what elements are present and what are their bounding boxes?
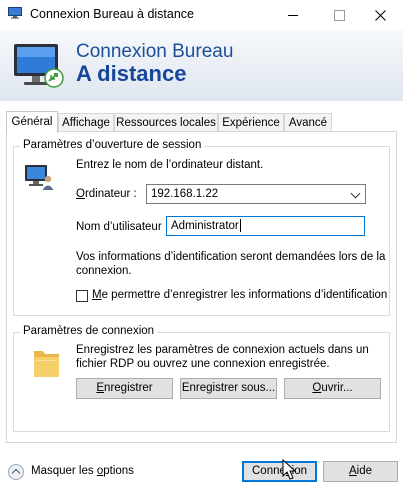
remember-credentials-label[interactable]: Me permettre d’enregistrer les informati…	[92, 289, 387, 301]
minimize-icon	[288, 14, 298, 16]
tab-advanced-label: Avancé	[288, 117, 328, 129]
connection-desc-line2: fichier RDP ou ouvrez une connexion enre…	[76, 358, 330, 370]
hide-options-label[interactable]: Masquer les options	[31, 465, 134, 477]
maximize-icon	[333, 9, 345, 21]
text-caret	[239, 219, 241, 233]
computer-label: Ordinateur :	[76, 188, 137, 200]
minimize-button[interactable]	[270, 0, 316, 30]
remember-credentials-checkbox[interactable]	[76, 290, 88, 302]
computer-user-icon	[25, 165, 54, 190]
computer-combobox[interactable]: 192.168.1.22	[146, 184, 366, 204]
credentials-info-line2: connexion.	[76, 265, 132, 277]
username-value: Administrator	[171, 220, 239, 232]
folder-icon	[34, 351, 59, 377]
logon-settings-title: Paramètres d’ouverture de session	[20, 139, 205, 151]
help-button[interactable]: Aide	[323, 461, 398, 482]
connect-button[interactable]: Connexion	[242, 461, 317, 482]
remote-desktop-app-icon	[8, 7, 22, 19]
close-icon	[374, 9, 386, 21]
tab-display-label: Affichage	[62, 117, 110, 129]
tab-general-label: Général	[11, 116, 53, 128]
credentials-info-line1: Vos informations d’identification seront…	[76, 251, 386, 263]
connection-settings-title: Paramètres de connexion	[20, 325, 158, 337]
save-as-button[interactable]: Enregistrer sous...	[180, 378, 277, 399]
tab-local-resources-label: Ressources locales	[116, 117, 216, 129]
tab-local-resources[interactable]: Ressources locales	[114, 113, 218, 132]
tab-general[interactable]: Général	[6, 111, 58, 133]
logon-instruction: Entrez le nom de l’ordinateur distant.	[76, 159, 264, 171]
chevron-up-icon	[11, 468, 21, 478]
chevron-down-icon[interactable]	[350, 188, 361, 199]
tab-advanced[interactable]: Avancé	[284, 113, 332, 132]
username-label: Nom d’utilisateur :	[76, 221, 169, 233]
connection-settings-group: Paramètres de connexion Enregistrez les …	[13, 325, 390, 432]
maximize-button[interactable]	[316, 0, 362, 30]
hide-options-toggle[interactable]	[8, 464, 24, 480]
header-banner: Connexion Bureau A distance	[0, 30, 403, 101]
computer-value: 192.168.1.22	[151, 188, 219, 200]
tab-experience-label: Expérience	[222, 117, 280, 129]
username-field[interactable]: Administrator	[166, 216, 365, 236]
connection-desc-line1: Enregistrez les paramètres de connexion …	[76, 344, 369, 356]
title-bar: Connexion Bureau à distance	[0, 0, 403, 30]
general-tab-panel: Paramètres d’ouverture de session Entrez…	[6, 131, 397, 443]
logon-settings-group: Paramètres d’ouverture de session Entrez…	[13, 139, 390, 316]
tab-display[interactable]: Affichage	[58, 113, 114, 132]
tab-experience[interactable]: Expérience	[218, 113, 284, 132]
banner-title-line1: Connexion Bureau	[76, 41, 234, 62]
banner-title-line2: A distance	[76, 61, 187, 86]
remote-desktop-monitor-icon	[14, 44, 64, 88]
mouse-cursor-icon	[282, 459, 297, 480]
close-button[interactable]	[357, 0, 403, 30]
open-button[interactable]: Ouvrir...	[284, 378, 381, 399]
window-title: Connexion Bureau à distance	[30, 7, 195, 21]
save-button[interactable]: Enregistrer	[76, 378, 173, 399]
